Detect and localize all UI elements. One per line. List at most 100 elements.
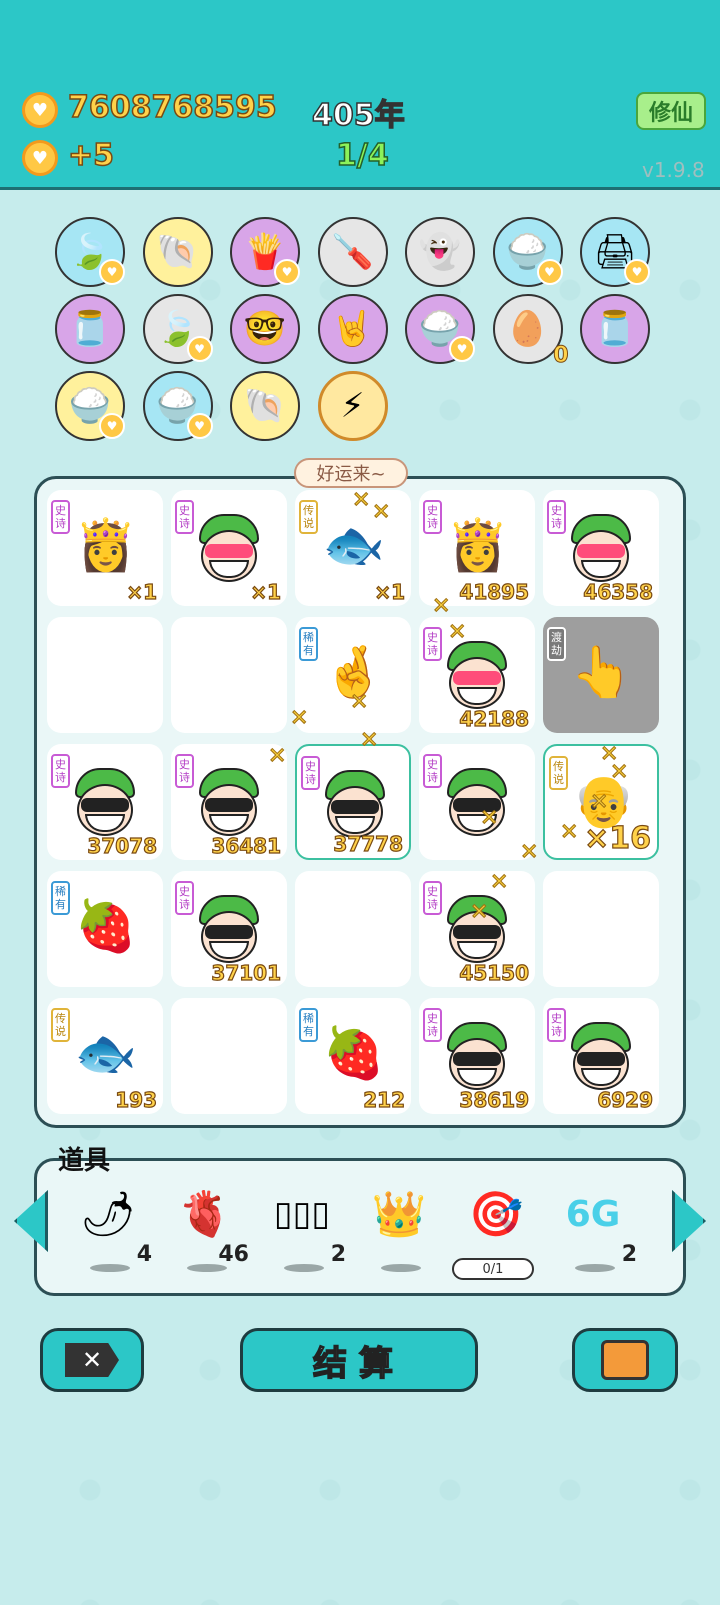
board-cell[interactable]: 史诗 👸 ×1	[47, 490, 163, 606]
rice-bowl-icon[interactable]: 🍚 ♥	[142, 371, 213, 441]
green-hair-face-icon	[195, 514, 263, 584]
board-cell[interactable]: 稀有 🤞	[295, 617, 411, 733]
stage-progress: 1/4	[335, 137, 389, 174]
settle-button[interactable]: 结算	[240, 1328, 478, 1392]
screwdriver-icon[interactable]: 🪛	[317, 217, 388, 287]
jar-icon[interactable]: 🫙	[55, 294, 125, 364]
empty-cell[interactable]	[295, 871, 411, 987]
fries-icon[interactable]: 🍟 ♥	[230, 217, 300, 287]
empty-cell[interactable]	[171, 998, 287, 1114]
top-bar: ♥ 7608768595 ♥ +5 405年 1/4 修仙 v1.9.8	[0, 0, 720, 190]
cell-value: 46358	[583, 579, 654, 604]
lightning-icon[interactable]: ⚡	[317, 371, 388, 441]
xiuxian-button[interactable]: 修仙	[636, 92, 706, 130]
cell-value: 212	[363, 1087, 406, 1112]
prop-count: 2	[330, 1242, 346, 1267]
board-cell[interactable]: 史诗 42188	[419, 617, 535, 733]
cell-value: 41895	[459, 579, 530, 604]
target-icon: 🎯	[468, 1189, 524, 1240]
egg-tray-icon[interactable]: 🥚 0	[492, 294, 569, 369]
board-cell[interactable]: 史诗 46358	[543, 490, 659, 606]
prop-item[interactable]: 🎯 0/1	[452, 1178, 540, 1280]
sparkle-icon: ✕	[589, 790, 609, 816]
prop-item[interactable]: ▯▯▯ 2	[262, 1178, 346, 1278]
prop-shadow	[90, 1264, 130, 1272]
prop-item[interactable]: 👑	[359, 1178, 443, 1278]
multiplier-face-icon[interactable]: 🤓	[230, 294, 300, 364]
rice-bowl-icon[interactable]: 🍚 ♥	[492, 217, 563, 287]
board-cell[interactable]: 稀有 🍓	[47, 871, 163, 987]
empty-cell[interactable]	[47, 617, 163, 733]
prop-count: 4	[136, 1242, 152, 1267]
coin-gain-icon: ♥	[22, 140, 58, 176]
bag-button[interactable]	[572, 1328, 678, 1392]
rarity-tag: 稀有	[51, 881, 70, 915]
prop-shadow	[381, 1264, 421, 1272]
heart-badge-icon: ♥	[186, 336, 213, 362]
sparkle-icon: ✕	[431, 594, 451, 620]
heart-badge-icon: ♥	[274, 259, 300, 285]
green-hair-face-icon	[195, 895, 263, 965]
green-hair-face-icon	[567, 514, 635, 584]
board-cell[interactable]: 传说 🐟 193	[47, 998, 163, 1114]
prop-item[interactable]: 🌶 4	[68, 1178, 152, 1278]
character-icon: 👆	[570, 642, 634, 701]
board-cell[interactable]: 史诗 37101	[171, 871, 287, 987]
rarity-tag: 史诗	[175, 500, 194, 534]
board-cell[interactable]: 史诗 ×1	[171, 490, 287, 606]
jar-icon[interactable]: 🫙	[580, 294, 650, 364]
board-cell[interactable]: 稀有 🍓 212	[295, 998, 411, 1114]
board-cell[interactable]: 渡劫 👆	[543, 617, 659, 733]
board-cell[interactable]: 史诗 37078	[47, 744, 163, 860]
sparkle-icon: ✕	[371, 500, 391, 526]
cell-value: 37101	[211, 960, 282, 985]
rarity-tag: 史诗	[175, 881, 194, 915]
rice-bowl-icon[interactable]: 🍚 ♥	[405, 294, 475, 364]
shell-icon[interactable]: 🐚	[142, 217, 213, 287]
rarity-tag: 史诗	[423, 881, 442, 915]
leaf-icon[interactable]: 🍃 ♥	[55, 217, 125, 287]
close-icon: ✕	[65, 1343, 119, 1377]
rarity-tag: 稀有	[299, 627, 318, 661]
green-hair-face-icon	[443, 768, 511, 838]
prop-shadow	[284, 1264, 324, 1272]
item-count: 0	[553, 343, 569, 369]
prop-item[interactable]: 6G 2	[553, 1178, 637, 1278]
printer-icon[interactable]: 🖨 ♥	[580, 217, 650, 287]
green-hair-face-icon	[321, 770, 389, 840]
rice-bowl-icon[interactable]: 🍚 ♥	[55, 371, 125, 441]
sparkle-icon: ✕	[489, 870, 509, 896]
sparkle-icon: ✕	[469, 900, 489, 926]
board-cell[interactable]: 史诗 45150	[419, 871, 535, 987]
board-cell[interactable]: 史诗 38619	[419, 998, 535, 1114]
board-cell[interactable]: 史诗 37778	[295, 744, 411, 860]
empty-cell[interactable]	[543, 871, 659, 987]
crown-icon: 👑	[371, 1189, 427, 1240]
heart-badge-icon: ♥	[186, 413, 213, 439]
shell-icon[interactable]: 🐚	[230, 371, 300, 441]
green-hair-face-icon	[443, 641, 511, 711]
board-cell[interactable]: 史诗	[419, 744, 535, 860]
cell-value: 193	[115, 1087, 158, 1112]
cell-value: 6929	[597, 1087, 654, 1112]
heart-badge-icon: ♥	[536, 259, 563, 285]
chili-icon: 🌶	[80, 1189, 136, 1240]
board-cell[interactable]: 史诗 👸 41895	[419, 490, 535, 606]
cell-value: ×16	[584, 820, 652, 856]
exit-button[interactable]: ✕	[40, 1328, 144, 1392]
rarity-tag: 史诗	[51, 754, 70, 788]
leaf-icon[interactable]: 🍃 ♥	[142, 294, 213, 364]
rarity-tag: 史诗	[301, 756, 320, 790]
board-cell[interactable]: 史诗 6929	[543, 998, 659, 1114]
sparkle-icon: ✕	[289, 706, 309, 732]
empty-cell[interactable]	[171, 617, 287, 733]
rarity-tag: 传说	[51, 1008, 70, 1042]
sixg-icon: 6G	[565, 1193, 621, 1235]
character-icon: 🍓	[322, 1023, 386, 1082]
rock-hand-icon[interactable]: 🤘	[317, 294, 388, 364]
cell-value: ×1	[250, 579, 282, 604]
prop-item[interactable]: 🫀 46	[165, 1178, 249, 1278]
rarity-tag: 传说	[299, 500, 318, 534]
character-icon: 🐟	[74, 1023, 138, 1082]
ghost-icon[interactable]: 👻	[405, 217, 475, 287]
